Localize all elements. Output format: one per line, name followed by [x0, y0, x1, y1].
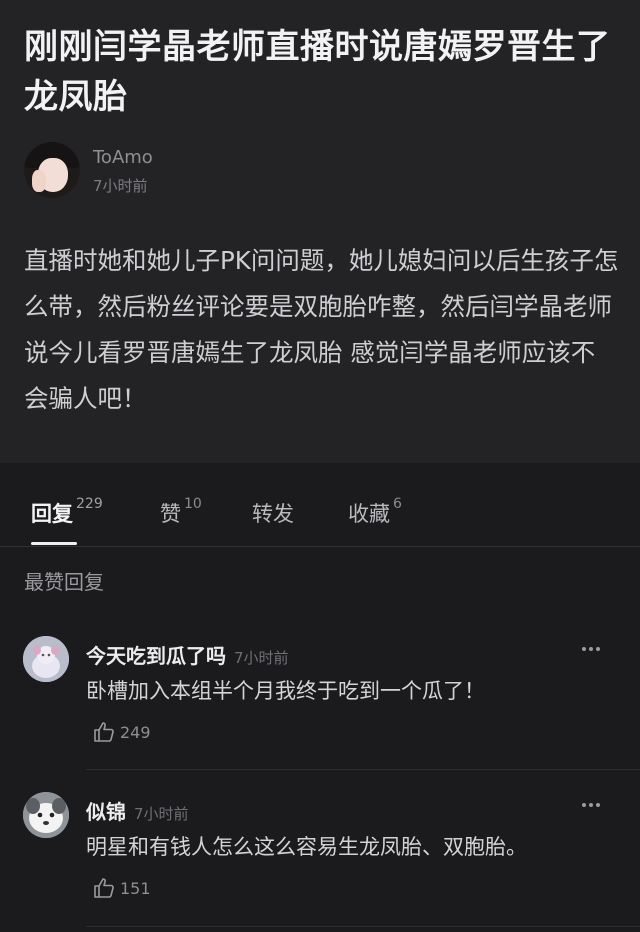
like-count: 249	[120, 723, 151, 742]
tab-bar: 回复 229 赞 10 转发 收藏 6	[0, 478, 640, 547]
post-title: 刚刚闫学晶老师直播时说唐嫣罗晋生了龙凤胎	[24, 27, 611, 117]
more-dots-icon[interactable]	[582, 803, 606, 811]
tab-favorites[interactable]: 收藏 6	[348, 496, 402, 528]
thumbs-up-icon	[94, 722, 114, 742]
tab-likes[interactable]: 赞 10	[160, 496, 202, 528]
author-name[interactable]: ToAmo	[93, 147, 153, 168]
post-timestamp: 7小时前	[93, 177, 148, 195]
thumbs-up-icon	[94, 878, 114, 898]
active-tab-indicator	[31, 542, 77, 545]
comment-text: 明星和有钱人怎么这么容易生龙凤胎、双胞胎。	[86, 835, 527, 859]
more-dots-icon[interactable]	[582, 647, 606, 655]
comment-divider	[86, 769, 640, 770]
commenter-name-text: 今天吃到瓜了吗	[86, 644, 226, 668]
commenter-avatar[interactable]	[23, 636, 69, 682]
author-row[interactable]: ToAmo 7小时前	[24, 142, 424, 200]
commenter-name[interactable]: 今天吃到瓜了吗 7小时前	[86, 640, 289, 669]
post-body: 直播时她和她儿子PK问问题，她儿媳妇问以后生孩子怎么带，然后粉丝评论要是双胞胎咋…	[24, 246, 619, 413]
commenter-name-text: 似锦	[86, 800, 126, 824]
like-count: 151	[120, 879, 151, 898]
tab-replies-count: 229	[76, 496, 103, 512]
tab-reposts-label: 转发	[252, 502, 294, 526]
comment-timestamp: 7小时前	[234, 649, 289, 667]
post-card: 刚刚闫学晶老师直播时说唐嫣罗晋生了龙凤胎 ToAmo 7小时前 直播时她和她儿子…	[0, 0, 640, 463]
section-label-top-replies: 最赞回复	[24, 570, 104, 594]
tab-replies-label: 回复	[31, 502, 73, 526]
author-avatar[interactable]	[24, 142, 80, 198]
tab-reposts[interactable]: 转发	[252, 498, 294, 528]
comment-text: 卧槽加入本组半个月我终于吃到一个瓜了！	[86, 679, 485, 703]
tab-favorites-label: 收藏	[348, 502, 390, 526]
commenter-avatar[interactable]	[23, 792, 69, 838]
tab-replies[interactable]: 回复 229	[31, 496, 103, 528]
comment-timestamp: 7小时前	[134, 805, 189, 823]
tab-likes-count: 10	[184, 496, 202, 512]
comment-divider	[86, 926, 640, 927]
commenter-name[interactable]: 似锦 7小时前	[86, 796, 189, 825]
tab-favorites-count: 6	[393, 496, 402, 512]
tab-likes-label: 赞	[160, 502, 181, 526]
